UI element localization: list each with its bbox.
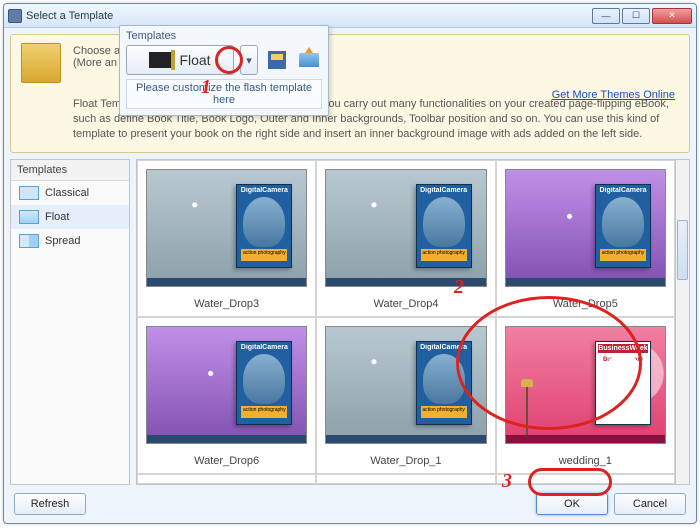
template-cell-partial <box>496 474 675 484</box>
main-row: Templates Classical Float Spread act <box>10 159 690 485</box>
dialog-window: Select a Template — ☐ ✕ Choose a (More a… <box>3 3 697 524</box>
cancel-button[interactable]: Cancel <box>614 493 686 515</box>
popup-title: Templates <box>126 30 322 42</box>
window-buttons: — ☐ ✕ <box>592 8 692 24</box>
content-area: Choose a (More an Get More Themes Online… <box>4 28 696 523</box>
template-caption: Water_Drop_1 <box>317 452 494 473</box>
template-caption: Water_Drop4 <box>317 295 494 316</box>
template-caption: Water_Drop6 <box>138 452 315 473</box>
import-template-button[interactable] <box>296 47 322 73</box>
maximize-button[interactable]: ☐ <box>622 8 650 24</box>
info-more-text: (More an <box>73 57 117 69</box>
template-caption: Water_Drop5 <box>497 295 674 316</box>
template-thumb: action photography <box>146 326 307 444</box>
ok-button[interactable]: OK <box>536 493 608 515</box>
window-title: Select a Template <box>26 10 113 22</box>
book-black-icon <box>149 52 171 68</box>
titlebar: Select a Template — ☐ ✕ <box>4 4 696 28</box>
floppy-icon <box>268 51 286 69</box>
template-thumb: Buyer Beware <box>505 326 666 444</box>
import-icon <box>299 53 319 67</box>
template-thumb: action photography <box>146 169 307 287</box>
sidebar-item-label: Spread <box>45 235 80 247</box>
template-cell[interactable]: action photography Water_Drop6 <box>137 317 316 474</box>
sidebar-title: Templates <box>11 160 129 181</box>
template-cell-partial <box>316 474 495 484</box>
get-themes-link[interactable]: Get More Themes Online <box>552 89 675 101</box>
gallery-scrollbar[interactable] <box>676 159 690 485</box>
templates-sidebar: Templates Classical Float Spread <box>10 159 130 485</box>
float-icon <box>19 210 39 224</box>
template-select-label: Float <box>179 52 210 68</box>
gallery-wrap: action photography Water_Drop3 action ph… <box>136 159 690 485</box>
info-choose-text: Choose a <box>73 45 120 57</box>
template-cell[interactable]: action photography Water_Drop3 <box>137 160 316 317</box>
template-select-button[interactable]: Float <box>126 45 234 75</box>
template-thumb: action photography <box>325 326 486 444</box>
info-panel: Choose a (More an Get More Themes Online… <box>10 34 690 153</box>
annotation-number-3: 3 <box>502 470 512 493</box>
scrollbar-thumb[interactable] <box>677 220 688 280</box>
template-cell[interactable]: action photography Water_Drop5 <box>496 160 675 317</box>
minimize-button[interactable]: — <box>592 8 620 24</box>
template-caption: Water_Drop3 <box>138 295 315 316</box>
spread-icon <box>19 234 39 248</box>
template-cell[interactable]: action photography Water_Drop_1 <box>316 317 495 474</box>
refresh-button[interactable]: Refresh <box>14 493 86 515</box>
app-icon <box>8 9 22 23</box>
book-icon <box>21 43 61 83</box>
annotation-number-1: 1 <box>201 76 211 99</box>
close-button[interactable]: ✕ <box>652 8 692 24</box>
popup-hint: Please customize the flash template here <box>126 79 322 109</box>
templates-popup: Templates Float ▾ Please customize the f… <box>119 25 329 116</box>
template-caption: wedding_1 <box>497 452 674 473</box>
annotation-number-2: 2 <box>454 276 464 299</box>
sidebar-item-spread[interactable]: Spread <box>11 229 129 253</box>
sidebar-item-label: Classical <box>45 187 89 199</box>
classical-icon <box>19 186 39 200</box>
save-template-button[interactable] <box>264 47 290 73</box>
sidebar-item-float[interactable]: Float <box>11 205 129 229</box>
template-gallery: action photography Water_Drop3 action ph… <box>136 159 676 485</box>
template-dropdown-button[interactable]: ▾ <box>240 45 258 75</box>
template-cell-partial <box>137 474 316 484</box>
template-thumb: action photography <box>325 169 486 287</box>
button-row: Refresh OK Cancel <box>10 491 690 517</box>
template-thumb: action photography <box>505 169 666 287</box>
sidebar-item-label: Float <box>45 211 69 223</box>
template-cell[interactable]: action photography Water_Drop4 <box>316 160 495 317</box>
template-cell-selected[interactable]: Buyer Beware wedding_1 <box>496 317 675 474</box>
sidebar-item-classical[interactable]: Classical <box>11 181 129 205</box>
